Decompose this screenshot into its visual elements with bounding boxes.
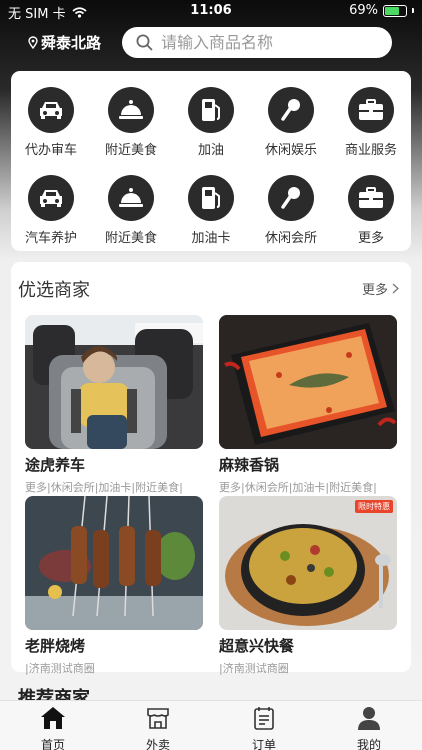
car-icon [28,87,74,133]
briefcase-icon [348,175,394,221]
merchant-card[interactable]: 途虎养车 更多|休闲会所|加油卡|附近美食| [25,315,203,495]
merchant-card[interactable]: 限时特惠 超意兴快餐 |济南测试商圈 [219,496,397,676]
merchant-tags: |济南测试商圈 [219,662,289,675]
service-label: 休闲娱乐 [264,143,317,158]
search-input[interactable] [161,33,371,52]
service-item[interactable]: 休闲娱乐 [251,87,331,158]
fuel-pump-icon [188,87,234,133]
service-label: 附近美食 [104,143,157,158]
location-pin-icon [28,36,38,49]
tab-takeout[interactable]: 外卖 [128,706,188,750]
tab-profile[interactable]: 我的 [339,706,399,750]
tab-bar: 首页 外卖 订单 我的 [0,700,422,750]
merchant-image: 限时特惠 [219,496,397,630]
service-item[interactable]: 休闲会所 [251,175,331,246]
more-link[interactable]: 更多 [362,279,399,298]
service-item[interactable]: 加油 [171,87,251,158]
location-label: 舜泰北路 [41,34,102,52]
order-list-icon [254,707,274,730]
merchant-card[interactable]: 老胖烧烤 |济南测试商圈 [25,496,203,676]
promo-badge-label: 限时特惠 [358,502,390,511]
battery-indicator: 69% [349,3,414,18]
store-icon [147,708,169,729]
service-label: 汽车养护 [24,231,77,246]
merchant-tags: 更多|休闲会所|加油卡|附近美食| [25,481,183,494]
service-label: 更多 [357,231,384,246]
fuel-pump-icon [188,175,234,221]
tab-home[interactable]: 首页 [23,706,83,750]
service-item[interactable]: 附近美食 [91,87,171,158]
chevron-right-icon [392,283,399,294]
location-selector[interactable]: 舜泰北路 [28,32,101,53]
service-label: 加油 [197,143,224,158]
merchant-card[interactable]: 麻辣香锅 更多|休闲会所|加油卡|附近美食| [219,315,397,495]
merchant-image [25,496,203,630]
section-title: 优选商家 [18,280,90,301]
featured-merchants-card: 优选商家 更多 途虎养车 更多|休闲会所|加油卡|附近美食| 麻辣香锅 更多|休… [11,262,411,675]
service-item[interactable]: 汽车养护 [11,175,91,246]
home-icon [41,707,65,729]
more-label: 更多 [361,283,388,298]
merchant-tags: |济南测试商圈 [25,662,95,675]
service-grid: 代办审车 附近美食 加油 休闲娱乐 商业服务 汽车养护 附近美食 加油卡 休闲会所 更多 [11,71,411,251]
merchant-tags: 更多|休闲会所|加油卡|附近美食| [219,481,377,494]
service-item[interactable]: 更多 [331,175,411,246]
service-label: 商业服务 [344,143,397,158]
search-bar[interactable] [122,27,392,58]
service-item[interactable]: 附近美食 [91,175,171,246]
service-item[interactable]: 商业服务 [331,87,411,158]
tab-label: 外卖 [145,738,170,750]
battery-percent: 69% [349,3,378,18]
tab-label: 订单 [251,738,276,750]
battery-icon [383,4,407,17]
merchant-name: 超意兴快餐 [219,637,295,655]
service-label: 代办审车 [24,143,77,158]
service-label: 加油卡 [191,231,231,246]
food-cloche-icon [108,175,154,221]
merchant-name: 途虎养车 [25,456,86,474]
food-cloche-icon [108,87,154,133]
merchant-name: 麻辣香锅 [219,456,280,474]
tab-orders[interactable]: 订单 [234,706,294,750]
user-icon [358,707,380,730]
promo-badge: 限时特惠 [355,500,393,513]
car-icon [28,175,74,221]
service-item[interactable]: 加油卡 [171,175,251,246]
service-label: 附近美食 [104,231,157,246]
status-bar: 无 SIM 卡 11:06 69% [0,0,422,22]
merchant-name: 老胖烧烤 [25,637,86,655]
microphone-icon [268,175,314,221]
tab-label: 首页 [40,738,65,750]
search-icon [136,34,153,51]
merchant-image [219,315,397,449]
service-label: 休闲会所 [264,231,317,246]
microphone-icon [268,87,314,133]
service-item[interactable]: 代办审车 [11,87,91,158]
briefcase-icon [348,87,394,133]
merchant-image [25,315,203,449]
tab-label: 我的 [356,738,381,750]
